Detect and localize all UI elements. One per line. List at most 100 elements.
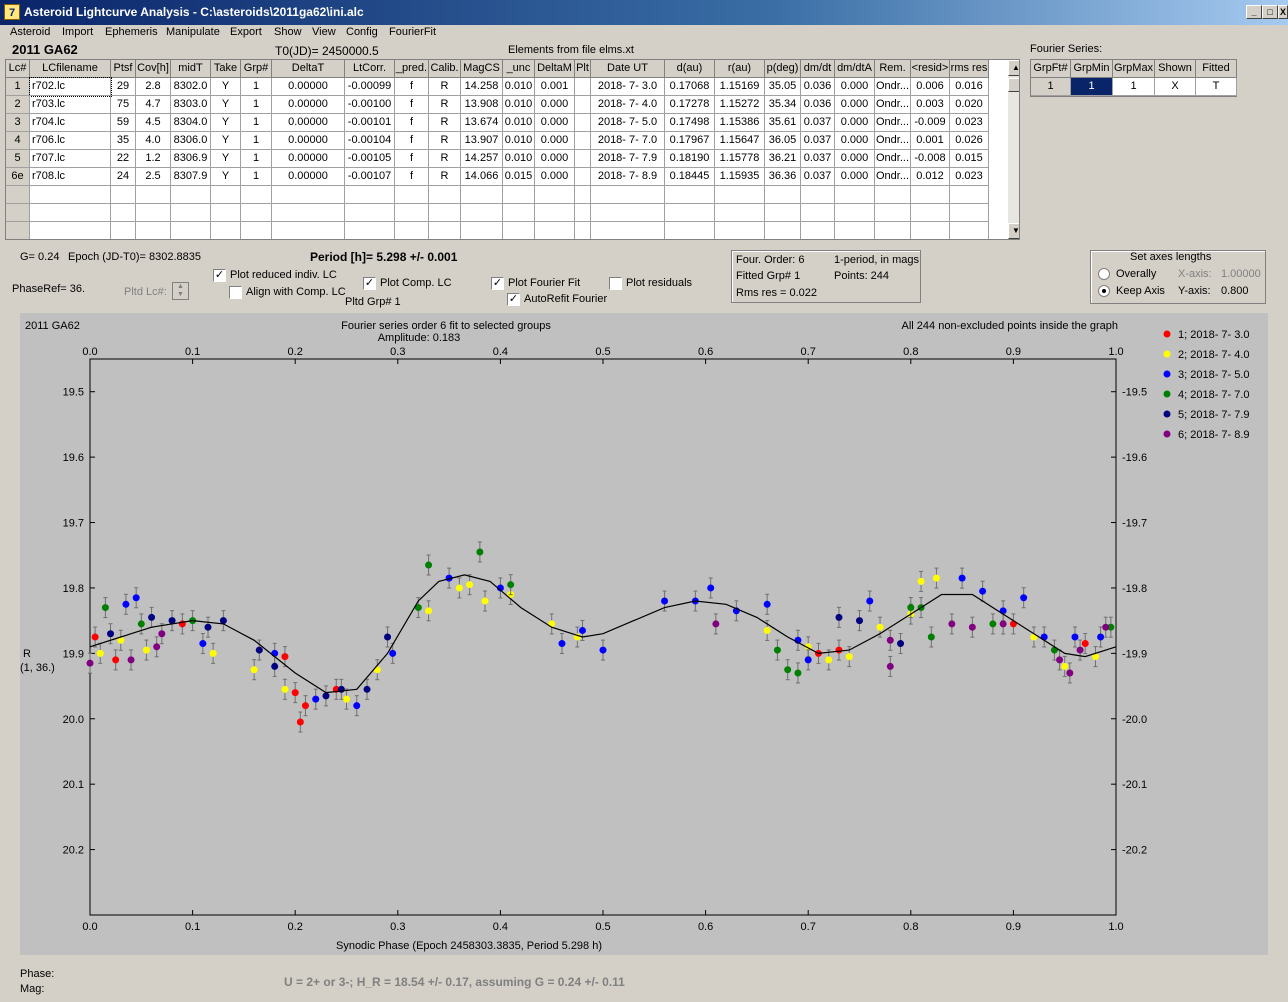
table-cell[interactable] <box>575 168 591 186</box>
table-cell[interactable]: Y <box>211 96 241 114</box>
data-point[interactable] <box>1020 594 1028 602</box>
data-point[interactable] <box>373 666 381 674</box>
table-cell[interactable]: 0.020 <box>950 96 989 114</box>
data-point[interactable] <box>707 584 715 592</box>
lightcurve-plot[interactable]: 2011 GA62 Fourier series order 6 fit to … <box>20 313 1268 955</box>
table-cell[interactable] <box>111 204 136 222</box>
data-point[interactable] <box>91 633 99 641</box>
menu-export[interactable]: Export <box>230 26 262 38</box>
table-cell[interactable]: 4.7 <box>136 96 171 114</box>
table-cell[interactable]: 0.001 <box>535 78 575 96</box>
table-cell[interactable]: 35 <box>111 132 136 150</box>
table-cell[interactable]: R <box>429 132 461 150</box>
menu-import[interactable]: Import <box>62 26 93 38</box>
column-header[interactable]: dm/dtA <box>835 60 875 78</box>
table-cell[interactable] <box>591 222 665 239</box>
data-point[interactable] <box>132 594 140 602</box>
table-cell[interactable]: 0.18445 <box>665 168 715 186</box>
row-header[interactable] <box>6 204 30 222</box>
table-cell[interactable]: r703.lc <box>30 96 111 114</box>
data-point[interactable] <box>343 695 350 703</box>
table-cell[interactable] <box>272 186 345 204</box>
column-header[interactable]: Cov[h] <box>136 60 171 78</box>
table-cell[interactable] <box>30 222 111 239</box>
table-cell[interactable] <box>665 204 715 222</box>
table-cell[interactable] <box>575 96 591 114</box>
data-point[interactable] <box>948 620 956 628</box>
table-cell[interactable]: 0.000 <box>535 114 575 132</box>
data-point[interactable] <box>712 620 720 628</box>
table-cell[interactable]: 1 <box>241 78 272 96</box>
menu-config[interactable]: Config <box>346 26 378 38</box>
table-cell[interactable]: 0.037 <box>801 132 835 150</box>
table-cell[interactable]: Y <box>211 78 241 96</box>
table-cell[interactable]: 1.15272 <box>715 96 765 114</box>
data-point[interactable] <box>112 656 120 664</box>
table-cell[interactable]: 0.000 <box>835 132 875 150</box>
table-cell[interactable] <box>801 222 835 239</box>
menu-fourierfit[interactable]: FourierFit <box>389 26 436 38</box>
data-point[interactable] <box>835 646 843 654</box>
yaxis-value[interactable]: 0.800 <box>1221 285 1249 297</box>
row-header[interactable]: 4 <box>6 132 30 150</box>
table-cell[interactable]: Ondr... <box>875 78 911 96</box>
data-point[interactable] <box>1040 633 1048 641</box>
table-cell[interactable] <box>535 186 575 204</box>
table-cell[interactable] <box>345 186 395 204</box>
table-cell[interactable]: 0.023 <box>950 114 989 132</box>
fourier-cell[interactable]: 1 <box>1031 78 1071 96</box>
table-cell[interactable]: r706.lc <box>30 132 111 150</box>
table-cell[interactable] <box>395 204 429 222</box>
table-cell[interactable] <box>171 222 211 239</box>
data-point[interactable] <box>507 581 515 589</box>
data-point[interactable] <box>825 656 833 664</box>
column-header[interactable]: Take <box>211 60 241 78</box>
row-header[interactable]: 1 <box>6 78 30 96</box>
table-cell[interactable]: 0.023 <box>950 168 989 186</box>
table-cell[interactable]: 0.000 <box>535 168 575 186</box>
table-cell[interactable]: 1.2 <box>136 150 171 168</box>
data-point[interactable] <box>979 587 987 595</box>
column-header[interactable]: midT <box>171 60 211 78</box>
menu-show[interactable]: Show <box>274 26 302 38</box>
data-point[interactable] <box>599 646 607 654</box>
table-cell[interactable]: -0.008 <box>911 150 950 168</box>
table-cell[interactable]: 8306.0 <box>171 132 211 150</box>
table-cell[interactable] <box>241 186 272 204</box>
column-header[interactable]: LCfilename <box>30 60 111 78</box>
row-header[interactable] <box>6 186 30 204</box>
table-cell[interactable]: -0.00107 <box>345 168 395 186</box>
data-point[interactable] <box>96 649 104 657</box>
data-point[interactable] <box>876 623 884 631</box>
table-cell[interactable]: 36.21 <box>765 150 801 168</box>
fourier-cell[interactable]: 1 <box>1071 78 1113 96</box>
column-header[interactable]: MagCS <box>461 60 503 78</box>
menu-view[interactable]: View <box>312 26 336 38</box>
table-cell[interactable] <box>345 204 395 222</box>
table-cell[interactable]: 0.006 <box>911 78 950 96</box>
table-cell[interactable] <box>875 204 911 222</box>
table-cell[interactable]: 1 <box>241 150 272 168</box>
table-cell[interactable] <box>535 222 575 239</box>
table-cell[interactable]: 0.037 <box>801 150 835 168</box>
data-point[interactable] <box>425 561 433 569</box>
scroll-thumb[interactable] <box>1008 78 1019 92</box>
table-cell[interactable]: 0.036 <box>801 96 835 114</box>
table-cell[interactable]: 24 <box>111 168 136 186</box>
table-cell[interactable]: 1 <box>241 114 272 132</box>
table-cell[interactable] <box>765 204 801 222</box>
table-cell[interactable] <box>429 186 461 204</box>
column-header[interactable]: DeltaT <box>272 60 345 78</box>
table-cell[interactable]: Y <box>211 132 241 150</box>
table-cell[interactable]: R <box>429 96 461 114</box>
data-point[interactable] <box>835 613 843 621</box>
table-cell[interactable] <box>241 222 272 239</box>
table-cell[interactable]: 1.15935 <box>715 168 765 186</box>
table-cell[interactable]: 0.17278 <box>665 96 715 114</box>
table-cell[interactable] <box>575 204 591 222</box>
table-cell[interactable] <box>875 186 911 204</box>
table-cell[interactable]: -0.009 <box>911 114 950 132</box>
table-cell[interactable]: 1.15778 <box>715 150 765 168</box>
table-cell[interactable]: Y <box>211 150 241 168</box>
data-point[interactable] <box>1097 633 1105 641</box>
